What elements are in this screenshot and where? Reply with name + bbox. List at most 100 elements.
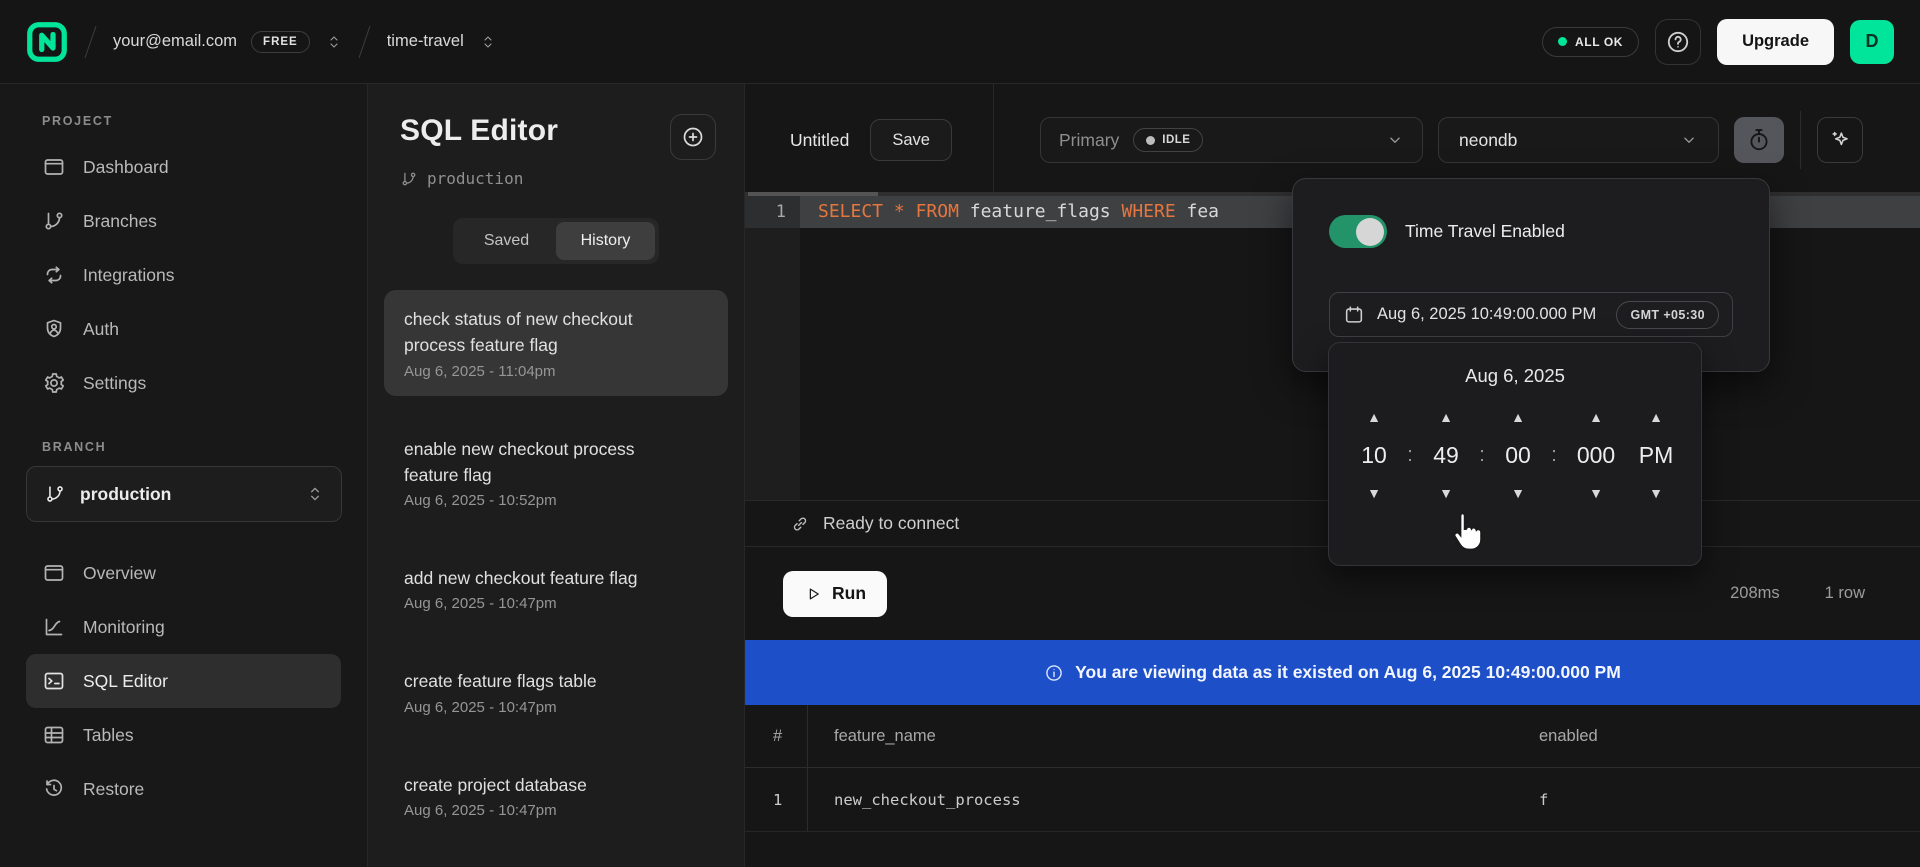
sidebar-item-restore[interactable]: Restore: [26, 762, 341, 816]
system-status-badge[interactable]: ALL OK: [1542, 27, 1639, 57]
history-item-timestamp: Aug 6, 2025 - 10:47pm: [404, 699, 708, 716]
spinner-second-value: 00: [1505, 433, 1531, 477]
run-button[interactable]: Run: [783, 571, 887, 617]
sidebar: PROJECT Dashboard Branches Integrations …: [0, 84, 368, 867]
sidebar-item-dashboard[interactable]: Dashboard: [26, 140, 341, 194]
spinner-hour: ▲ 10 ▼: [1347, 401, 1401, 509]
spinner-millisecond-up-button[interactable]: ▲: [1589, 401, 1603, 433]
results-table-header: #feature_nameenabled: [745, 705, 1920, 768]
time-travel-toggle-label: Time Travel Enabled: [1405, 221, 1565, 242]
history-item-title: check status of new checkout process fea…: [404, 306, 689, 359]
sparkles-icon: [1829, 129, 1851, 151]
spinner-meridiem-up-button[interactable]: ▲: [1649, 401, 1663, 433]
avatar[interactable]: D: [1850, 20, 1894, 64]
upgrade-button[interactable]: Upgrade: [1717, 19, 1834, 65]
history-item[interactable]: create feature flags table Aug 6, 2025 -…: [384, 652, 728, 731]
project-section-label: PROJECT: [42, 114, 341, 128]
cell-index: 1: [745, 768, 808, 831]
breadcrumb-project[interactable]: time-travel: [387, 32, 464, 51]
spinner-millisecond: ▲ 000 ▼: [1563, 401, 1629, 509]
table-row[interactable]: 1 new_checkout_process f: [745, 768, 1920, 832]
database-selector[interactable]: neondb: [1438, 117, 1719, 163]
spinner-second: ▲ 00 ▼: [1491, 401, 1545, 509]
column-header--: #: [745, 705, 808, 767]
history-item-title: create project database: [404, 772, 689, 798]
sidebar-item-monitoring[interactable]: Monitoring: [26, 600, 341, 654]
spinner-hour-up-button[interactable]: ▲: [1367, 401, 1381, 433]
tables-icon: [42, 723, 66, 747]
sidebar-item-label: Overview: [83, 563, 156, 584]
branch-selector[interactable]: production: [26, 466, 342, 522]
neon-logo-icon[interactable]: [26, 21, 68, 63]
spinner-second-down-button[interactable]: ▼: [1511, 477, 1525, 509]
sidebar-item-label: Settings: [83, 373, 146, 394]
stopwatch-icon: [1746, 127, 1772, 153]
history-item[interactable]: enable new checkout process feature flag…: [384, 420, 728, 526]
sql-token: SELECT: [818, 201, 883, 222]
column-header-feature-name: feature_name: [808, 705, 1513, 767]
results-table: #feature_nameenabled 1 new_checkout_proc…: [745, 705, 1920, 832]
status-label: ALL OK: [1575, 35, 1623, 49]
spinner-millisecond-down-button[interactable]: ▼: [1589, 477, 1603, 509]
history-item-title: enable new checkout process feature flag: [404, 436, 689, 489]
spinner-minute-down-button[interactable]: ▼: [1439, 477, 1453, 509]
history-list: check status of new checkout process fea…: [368, 290, 744, 835]
link-icon: [790, 514, 810, 534]
panel-branch-name: production: [427, 169, 523, 188]
history-item[interactable]: create project database Aug 6, 2025 - 10…: [384, 756, 728, 835]
time-travel-toggle[interactable]: [1329, 215, 1387, 248]
sidebar-item-label: Dashboard: [83, 157, 169, 178]
history-item-title: create feature flags table: [404, 668, 689, 694]
compute-selector[interactable]: Primary IDLE: [1040, 117, 1423, 163]
save-button[interactable]: Save: [870, 119, 952, 161]
spinner-second-up-button[interactable]: ▲: [1511, 401, 1525, 433]
sidebar-item-overview[interactable]: Overview: [26, 546, 341, 600]
branch-selector-value: production: [80, 484, 171, 505]
sidebar-item-settings[interactable]: Settings: [26, 356, 341, 410]
line-number: 1: [745, 196, 800, 228]
tab-saved[interactable]: Saved: [457, 222, 556, 260]
run-label: Run: [832, 583, 866, 604]
query-tab-title[interactable]: Untitled: [790, 130, 849, 151]
auth-icon: [42, 317, 66, 341]
time-separator: :: [1473, 401, 1491, 509]
history-item[interactable]: check status of new checkout process fea…: [384, 290, 728, 396]
help-button[interactable]: [1655, 19, 1701, 65]
sidebar-item-label: Monitoring: [83, 617, 165, 638]
sidebar-item-tables[interactable]: Tables: [26, 708, 341, 762]
datetime-value: Aug 6, 2025 10:49:00.000 PM: [1377, 305, 1604, 324]
spinner-hour-down-button[interactable]: ▼: [1367, 477, 1381, 509]
spinner-minute-up-button[interactable]: ▲: [1439, 401, 1453, 433]
chevrons-updown-icon[interactable]: [480, 34, 496, 50]
sidebar-item-sql-editor[interactable]: SQL Editor: [26, 654, 341, 708]
time-separator: :: [1545, 401, 1563, 509]
monitoring-icon: [42, 615, 66, 639]
time-travel-button[interactable]: [1734, 117, 1784, 163]
compute-state: IDLE: [1162, 134, 1190, 146]
datetime-input[interactable]: Aug 6, 2025 10:49:00.000 PM GMT +05:30: [1329, 292, 1733, 337]
sidebar-item-label: Restore: [83, 779, 144, 800]
sidebar-item-integrations[interactable]: Integrations: [26, 248, 341, 302]
spinner-minute: ▲ 49 ▼: [1419, 401, 1473, 509]
spinner-minute-value: 49: [1433, 433, 1459, 477]
overview-icon: [42, 561, 66, 585]
sidebar-item-auth[interactable]: Auth: [26, 302, 341, 356]
breadcrumb-account[interactable]: your@email.com: [113, 32, 237, 51]
sidebar-item-branches[interactable]: Branches: [26, 194, 341, 248]
question-icon: [1665, 29, 1691, 55]
line-number-gutter: 1: [745, 196, 800, 500]
ai-assist-button[interactable]: [1817, 117, 1863, 163]
history-item-timestamp: Aug 6, 2025 - 11:04pm: [404, 363, 708, 380]
history-item[interactable]: add new checkout feature flag Aug 6, 202…: [384, 549, 728, 628]
sql-token: feature_flags: [959, 201, 1122, 222]
tab-history[interactable]: History: [556, 222, 655, 260]
spinner-meridiem-down-button[interactable]: ▼: [1649, 477, 1663, 509]
sidebar-item-label: Auth: [83, 319, 119, 340]
new-query-button[interactable]: [670, 114, 716, 160]
history-item-timestamp: Aug 6, 2025 - 10:47pm: [404, 595, 708, 612]
branch-nav: Overview Monitoring SQL Editor Tables Re…: [26, 546, 341, 816]
spinner-meridiem-value: PM: [1639, 433, 1674, 477]
chevrons-updown-icon[interactable]: [326, 34, 342, 50]
results-table-body: 1 new_checkout_process f: [745, 768, 1920, 832]
restore-icon: [42, 777, 66, 801]
